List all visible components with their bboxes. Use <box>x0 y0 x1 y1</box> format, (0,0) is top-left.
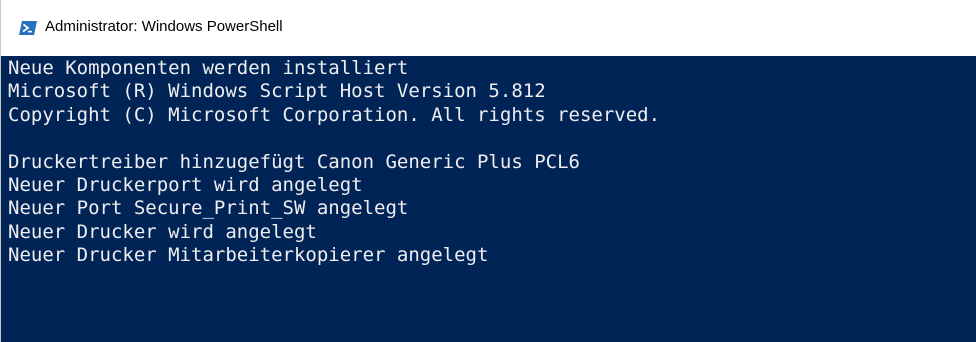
console-line: Neuer Druckerport wird angelegt <box>8 173 363 196</box>
window-title: Administrator: Windows PowerShell <box>45 18 283 35</box>
window-border <box>0 0 1 342</box>
console-line: Druckertreiber hinzugefügt Canon Generic… <box>8 150 580 173</box>
powershell-window: Administrator: Windows PowerShell Neue K… <box>0 0 976 342</box>
console-line: Neue Komponenten werden installiert <box>8 57 409 79</box>
console-output: Neue Komponenten werden installiert Micr… <box>8 57 660 268</box>
console-line: Microsoft (R) Windows Script Host Versio… <box>8 80 546 103</box>
title-bar[interactable]: Administrator: Windows PowerShell <box>0 0 976 56</box>
console-line: Neuer Drucker Mitarbeiterkopierer angele… <box>8 244 489 267</box>
powershell-icon <box>19 21 37 35</box>
console-area[interactable]: Neue Komponenten werden installiert Micr… <box>1 56 976 342</box>
console-line: Copyright (C) Microsoft Corporation. All… <box>8 103 661 126</box>
console-line: Neuer Drucker wird angelegt <box>8 220 317 243</box>
console-line: Neuer Port Secure_Print_SW angelegt <box>8 197 409 220</box>
